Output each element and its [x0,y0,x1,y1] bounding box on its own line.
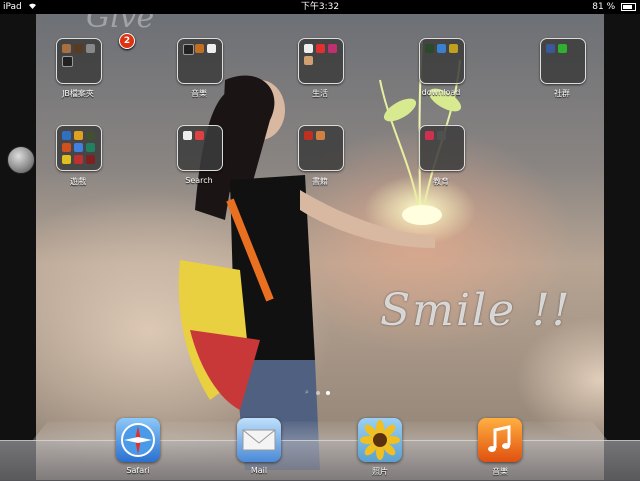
app-thumb-icon [437,44,446,53]
page-dot-current [326,391,330,395]
notification-badge: 2 [119,33,135,49]
clock: 下午3:32 [300,2,340,12]
folder-label: 音樂 [191,89,207,98]
app-thumb-icon [86,44,95,53]
app-thumb-icon [304,56,313,65]
folder-label: JB檔案夾 [62,89,94,98]
folder-games[interactable] [56,125,102,171]
bezel-left [0,14,36,480]
app-thumb-icon [449,44,458,53]
app-thumb-icon [437,131,446,140]
folder-music[interactable] [177,38,223,84]
status-bar: iPad 下午3:32 81 % [0,0,640,14]
app-thumb-icon [183,44,194,55]
app-thumb-icon [425,44,434,53]
dock-label: Mail [250,466,268,475]
app-thumb-icon [62,56,73,67]
folder-life[interactable] [298,38,344,84]
app-thumb-icon [86,155,95,164]
folder-label: 教育 [433,177,449,186]
app-thumb-icon [316,131,325,140]
folder-social[interactable] [540,38,586,84]
battery-percent: 81 % [592,2,616,12]
facebook-icon [546,44,555,53]
folder-jb[interactable] [56,38,102,84]
app-thumb-icon [195,44,204,53]
folder-label: download [421,88,461,97]
dock-label: 音樂 [492,467,508,476]
line-icon [558,44,567,53]
dock-label: 照片 [372,467,388,476]
folder-label: 社群 [554,89,570,98]
app-thumb-icon [207,44,216,53]
app-thumb-icon [74,143,83,152]
bezel-right [604,14,640,480]
folder-search[interactable] [177,125,223,171]
photos-app[interactable] [358,418,402,462]
folder-download[interactable] [419,38,465,84]
assistive-touch-button[interactable] [7,146,35,174]
dock [0,440,640,481]
safari-app[interactable] [116,418,160,462]
folder-books[interactable] [298,125,344,171]
page-dot [316,391,320,395]
folder-label: 生活 [312,89,328,98]
mail-app[interactable] [237,418,281,462]
app-thumb-icon [86,131,95,140]
photos-sunflower-icon [360,420,400,460]
folder-label: Search [185,176,213,185]
app-thumb-icon [328,44,337,53]
folder-label: 遊戲 [70,177,86,186]
mail-envelope-icon [242,429,276,451]
app-thumb-icon [74,155,83,164]
music-note-icon [488,425,511,452]
page-indicator[interactable]: ⌕ [305,388,345,398]
app-thumb-icon [425,131,434,140]
app-thumb-icon [62,44,71,53]
folder-label: 書籍 [312,177,328,186]
safari-compass-icon [121,423,155,457]
app-thumb-icon [183,131,192,140]
app-thumb-icon [304,44,313,53]
music-app[interactable] [478,418,522,462]
folder-education[interactable] [419,125,465,171]
app-thumb-icon [74,131,83,140]
wallpaper-text-smile: Smile !! [380,285,572,336]
dock-label: Safari [126,466,150,475]
app-thumb-icon [86,143,95,152]
app-thumb-icon [195,131,204,140]
app-thumb-icon [74,44,83,53]
app-thumb-icon [316,44,325,53]
app-thumb-icon [304,131,313,140]
spotlight-search-icon: ⌕ [305,388,309,396]
battery-icon [621,2,636,11]
app-thumb-icon [62,131,71,140]
app-thumb-icon [62,143,71,152]
app-thumb-icon [62,155,71,164]
